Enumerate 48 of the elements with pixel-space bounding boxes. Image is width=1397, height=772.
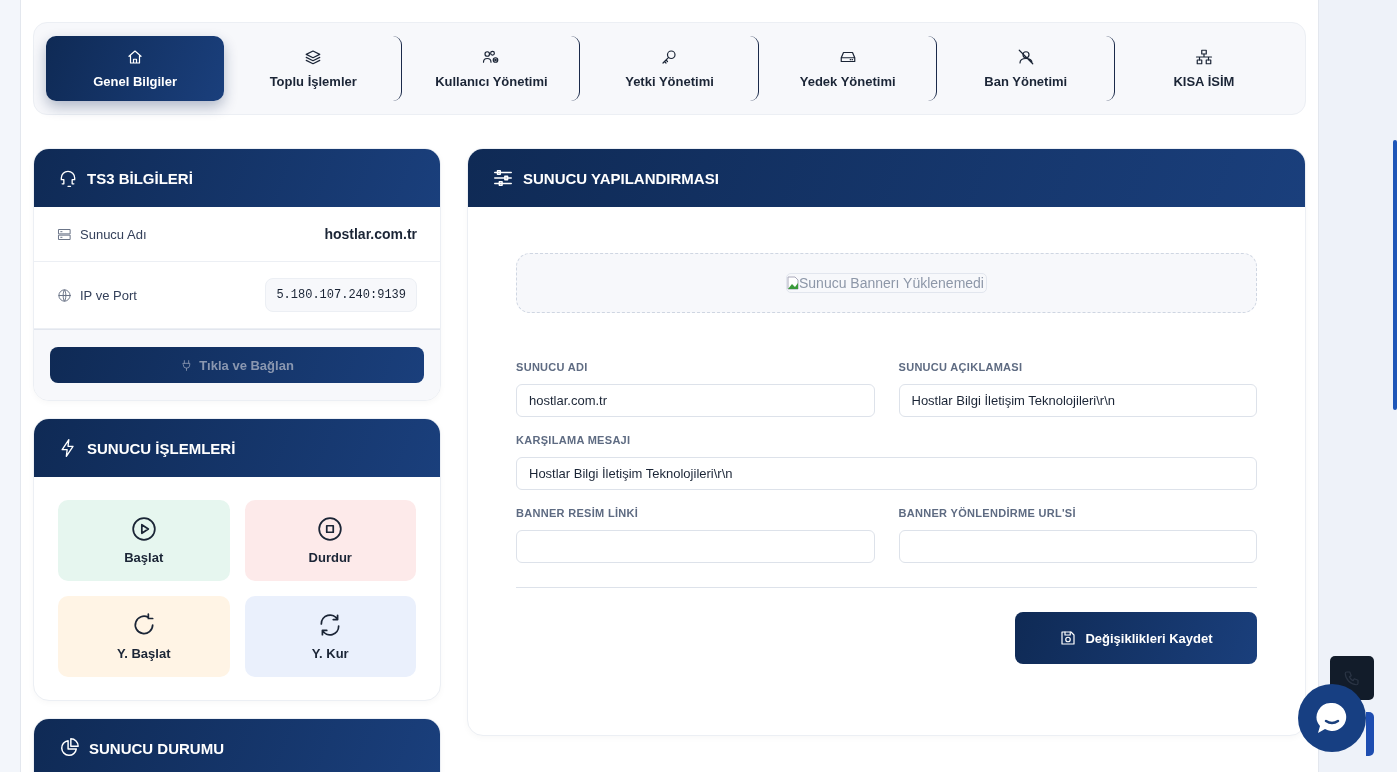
text-field[interactable]: Hostlar Bilgi İletişim Teknolojileri\r\n <box>898 384 1257 417</box>
field-label: BANNER RESİM LİNKİ <box>516 507 640 519</box>
action-button[interactable]: Durdur <box>244 500 416 581</box>
info-label: Sunucu Adı <box>80 226 147 242</box>
scrollbar[interactable] <box>1393 140 1397 410</box>
card-title: SUNUCU İŞLEMLERİ <box>87 439 236 457</box>
card-title: SUNUCU DURUMU <box>89 739 224 757</box>
save-icon <box>1059 629 1078 647</box>
info-value: hostlar.com.tr <box>324 226 417 242</box>
ip-port-value: 5.180.107.240:9139 <box>265 278 417 312</box>
nav-tab[interactable]: Kullanıcı Yönetimi <box>402 36 581 101</box>
card-title: SUNUCU YAPILANDIRMASI <box>523 169 719 187</box>
nav-tab[interactable]: Yetki Yönetimi <box>580 36 759 101</box>
play-icon <box>130 516 157 542</box>
nav-tab[interactable]: Toplu İşlemler <box>224 36 403 101</box>
globe-icon <box>57 287 72 303</box>
server-icon <box>57 226 72 242</box>
info-label: IP ve Port <box>80 287 137 303</box>
key-icon <box>660 48 679 66</box>
layers-icon <box>304 48 323 66</box>
phone-icon <box>1343 669 1361 687</box>
nav-tab[interactable]: Genel Bilgiler <box>46 36 225 101</box>
action-button[interactable]: Y. Başlat <box>58 596 230 677</box>
sliders-icon <box>492 167 514 189</box>
save-button[interactable]: Değişiklikleri Kaydet <box>1015 612 1257 664</box>
nav-tab[interactable]: KISA İSİM <box>1114 36 1293 101</box>
floating-button[interactable] <box>1366 712 1374 756</box>
network-icon <box>1194 48 1213 66</box>
userx-icon <box>1016 48 1035 66</box>
home-icon <box>126 48 145 66</box>
text-field[interactable] <box>898 530 1257 563</box>
card-title: TS3 BİLGİLERİ <box>87 169 193 187</box>
headset-icon <box>58 168 78 188</box>
nav-tab[interactable]: Yedek Yönetimi <box>758 36 937 101</box>
field-label: KARŞILAMA MESAJI <box>516 434 632 446</box>
field-label: SUNUCU AÇIKLAMASI <box>898 361 1024 373</box>
stop-icon <box>317 516 344 542</box>
text-field[interactable]: Hostlar Bilgi İletişim Teknolojileri\r\n <box>516 457 1257 490</box>
pie-chart-icon <box>58 737 80 759</box>
text-field[interactable] <box>516 530 875 563</box>
field-label: SUNUCU ADI <box>516 361 589 373</box>
field-label: BANNER YÖNLENDİRME URL'Sİ <box>898 507 1077 519</box>
users-icon <box>482 48 501 66</box>
text-field[interactable]: hostlar.com.tr <box>516 384 875 417</box>
broken-image: Sunucu Bannerı Yüklenemedi <box>786 273 987 293</box>
action-button[interactable]: Y. Kur <box>244 596 416 677</box>
action-button[interactable]: Başlat <box>58 500 230 581</box>
nav-tab[interactable]: Ban Yönetimi <box>936 36 1115 101</box>
